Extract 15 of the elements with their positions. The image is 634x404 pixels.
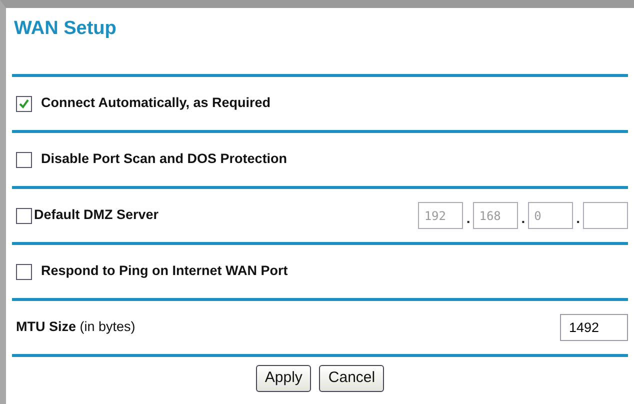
- checkbox[interactable]: [16, 264, 32, 280]
- separator: .: [575, 209, 581, 228]
- field-label: MTU Size (in bytes): [16, 318, 136, 336]
- checkbox[interactable]: [16, 152, 32, 168]
- checkbox-label: Respond to Ping on Internet WAN Port: [41, 262, 288, 280]
- checkbox-label: Connect Automatically, as Required: [41, 94, 271, 112]
- separator: .: [465, 209, 472, 228]
- checkbox-label: Default DMZ Server: [34, 206, 159, 224]
- separator: .: [520, 209, 526, 228]
- cancel-button[interactable]: Cancel: [319, 365, 384, 392]
- checkbox-label: Disable Port Scan and DOS Protection: [41, 150, 288, 168]
- checkbox[interactable]: [16, 96, 32, 112]
- page-title: WAN Setup: [13, 17, 118, 41]
- mtu-field[interactable]: 1492: [560, 314, 628, 341]
- apply-button[interactable]: Apply: [256, 365, 312, 392]
